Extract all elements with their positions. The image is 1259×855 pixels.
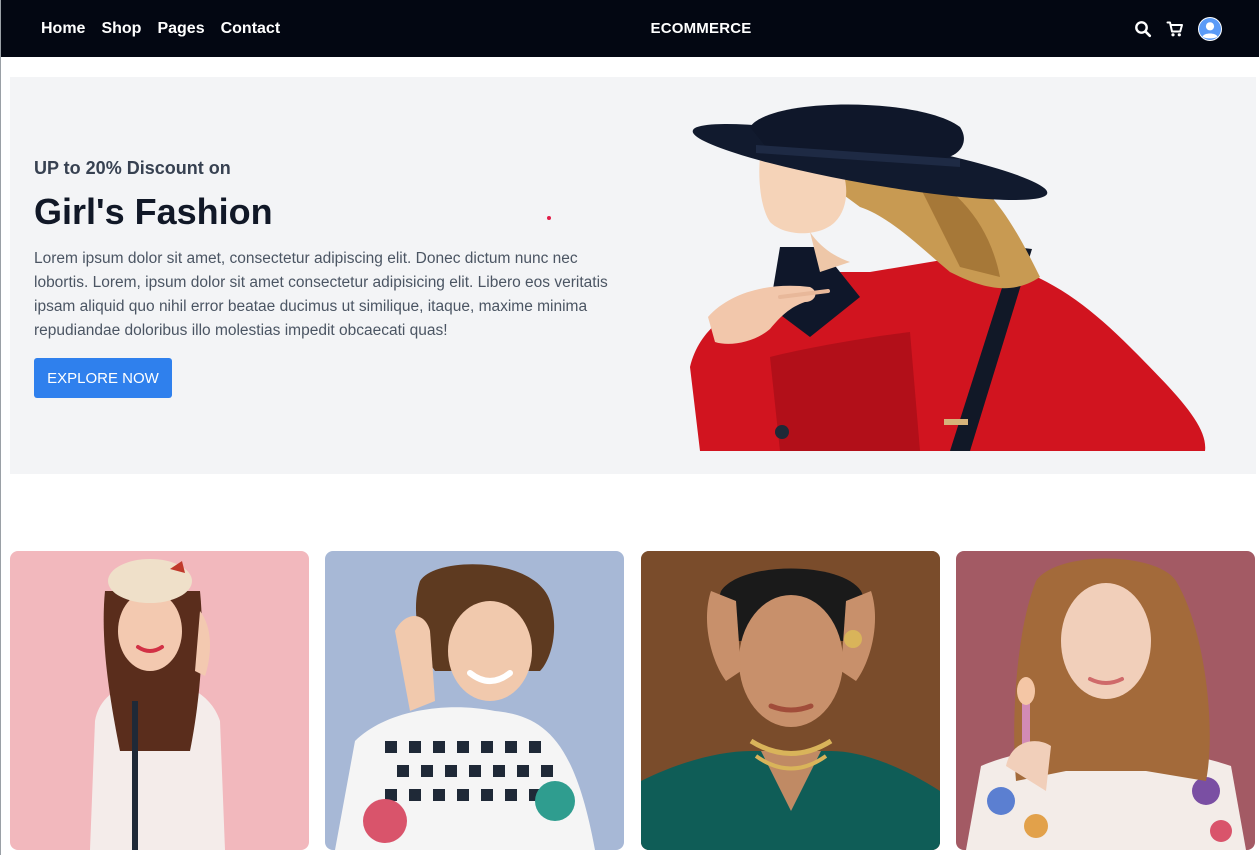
nav-links: Home Shop Pages Contact bbox=[41, 0, 280, 57]
search-icon[interactable] bbox=[1134, 20, 1152, 38]
nav-link-pages[interactable]: Pages bbox=[157, 20, 204, 38]
product-image-3 bbox=[641, 551, 940, 850]
product-card-4[interactable] bbox=[956, 551, 1255, 850]
nav-link-home[interactable]: Home bbox=[41, 20, 85, 38]
top-navbar: Home Shop Pages Contact ECOMMERCE bbox=[1, 0, 1259, 57]
nav-link-shop[interactable]: Shop bbox=[101, 20, 141, 38]
user-avatar-icon[interactable] bbox=[1198, 16, 1222, 41]
product-cards bbox=[10, 551, 1256, 855]
product-image-2 bbox=[325, 551, 624, 850]
product-card-1[interactable] bbox=[10, 551, 309, 850]
page: Home Shop Pages Contact ECOMMERCE UP to … bbox=[0, 0, 1259, 855]
product-image-4 bbox=[956, 551, 1255, 850]
hero-title: Girl's Fashion bbox=[34, 191, 273, 232]
brand-logo-text[interactable]: ECOMMERCE bbox=[651, 20, 752, 37]
hero-subtitle: UP to 20% Discount on bbox=[34, 158, 231, 178]
explore-now-button[interactable]: EXPLORE NOW bbox=[34, 358, 172, 398]
product-image-1 bbox=[10, 551, 309, 850]
nav-link-contact[interactable]: Contact bbox=[221, 20, 281, 38]
nav-icons bbox=[1134, 0, 1222, 57]
cart-icon[interactable] bbox=[1166, 20, 1184, 38]
hero-model-image bbox=[690, 104, 1206, 451]
decorative-dot bbox=[547, 216, 551, 220]
hero-banner: UP to 20% Discount on Girl's Fashion Lor… bbox=[10, 77, 1256, 474]
hero-description: Lorem ipsum dolor sit amet, consectetur … bbox=[34, 250, 608, 339]
product-card-2[interactable] bbox=[325, 551, 624, 850]
product-card-3[interactable] bbox=[641, 551, 940, 850]
